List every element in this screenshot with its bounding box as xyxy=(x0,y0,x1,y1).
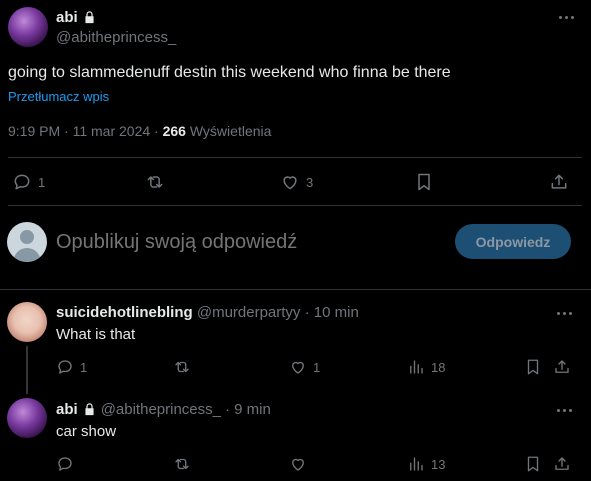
default-avatar-icon xyxy=(13,230,41,262)
heart-icon xyxy=(292,458,304,471)
views-count: 18 xyxy=(431,359,446,375)
bookmark-action[interactable] xyxy=(524,455,542,473)
reply-icon xyxy=(58,457,72,471)
views-label: Wyświetlenia xyxy=(185,123,272,139)
repost-icon xyxy=(175,458,189,470)
bookmark-icon xyxy=(527,456,539,472)
reply-time[interactable]: · 9 min xyxy=(225,401,271,418)
bookmark-action[interactable] xyxy=(524,358,542,376)
heart-icon xyxy=(292,361,304,374)
analytics-icon xyxy=(410,457,423,471)
reply-author-avatar[interactable] xyxy=(7,398,47,438)
repost-icon xyxy=(175,361,189,373)
like-action[interactable]: 3 xyxy=(280,172,313,192)
lock-icon xyxy=(85,403,94,416)
reply-display-name[interactable]: suicidehotlinebling xyxy=(56,304,193,321)
reply-count: 1 xyxy=(38,174,46,190)
reply-author-avatar[interactable] xyxy=(7,302,47,342)
share-action[interactable] xyxy=(549,172,569,192)
share-action[interactable] xyxy=(553,455,571,473)
post-timestamp[interactable]: 9:19 PM · 11 mar 2024 · xyxy=(8,123,163,139)
more-options-icon[interactable] xyxy=(557,409,572,412)
analytics-icon xyxy=(410,360,423,374)
author-avatar[interactable] xyxy=(8,7,48,47)
bookmark-icon xyxy=(418,173,430,191)
reply-time[interactable]: · 10 min xyxy=(305,304,359,321)
repost-action[interactable] xyxy=(145,172,171,192)
share-icon xyxy=(551,174,567,189)
author-display-name[interactable]: abi xyxy=(56,9,78,26)
reply-handle[interactable]: @abitheprincess_ xyxy=(101,401,221,418)
lock-icon xyxy=(85,11,94,24)
repost-action[interactable] xyxy=(173,455,197,473)
reply-action[interactable]: 1 xyxy=(12,172,45,192)
share-action[interactable] xyxy=(553,358,571,376)
views-count: 13 xyxy=(431,456,446,472)
reply-count: 1 xyxy=(80,359,88,375)
like-count: 1 xyxy=(313,359,321,375)
reply-action[interactable]: 1 xyxy=(56,358,87,376)
like-action[interactable] xyxy=(289,455,313,473)
bookmark-action[interactable] xyxy=(414,172,434,192)
author-handle[interactable]: @abitheprincess_ xyxy=(56,29,176,46)
reply-icon xyxy=(14,174,30,190)
like-count: 3 xyxy=(306,174,314,190)
repost-icon xyxy=(147,176,163,188)
post-meta: 9:19 PM · 11 mar 2024 · 266 Wyświetlenia xyxy=(8,123,271,139)
share-icon xyxy=(555,360,569,373)
reply-text: What is that xyxy=(56,326,136,343)
reply-submit-button[interactable]: Odpowiedz xyxy=(455,224,571,259)
bookmark-icon xyxy=(527,359,539,375)
like-action[interactable]: 1 xyxy=(289,358,320,376)
more-options-icon[interactable] xyxy=(559,16,574,19)
reply-display-name[interactable]: abi xyxy=(56,401,78,418)
current-user-avatar xyxy=(7,222,47,262)
more-options-icon[interactable] xyxy=(557,312,572,315)
views-action[interactable]: 13 xyxy=(407,455,445,473)
reply-input[interactable] xyxy=(56,228,436,256)
reply-icon xyxy=(58,360,72,374)
views-count[interactable]: 266 xyxy=(163,123,186,139)
heart-icon xyxy=(283,176,297,190)
thread-connector xyxy=(26,346,28,394)
reply-handle[interactable]: @murderpartyy xyxy=(197,304,301,321)
post-text: going to slammedenuff destin this weeken… xyxy=(8,64,451,81)
views-action[interactable]: 18 xyxy=(407,358,445,376)
translate-link[interactable]: Przetłumacz wpis xyxy=(8,89,109,104)
share-icon xyxy=(555,457,569,470)
repost-action[interactable] xyxy=(173,358,197,376)
reply-text: car show xyxy=(56,423,117,440)
reply-action[interactable] xyxy=(56,455,80,473)
